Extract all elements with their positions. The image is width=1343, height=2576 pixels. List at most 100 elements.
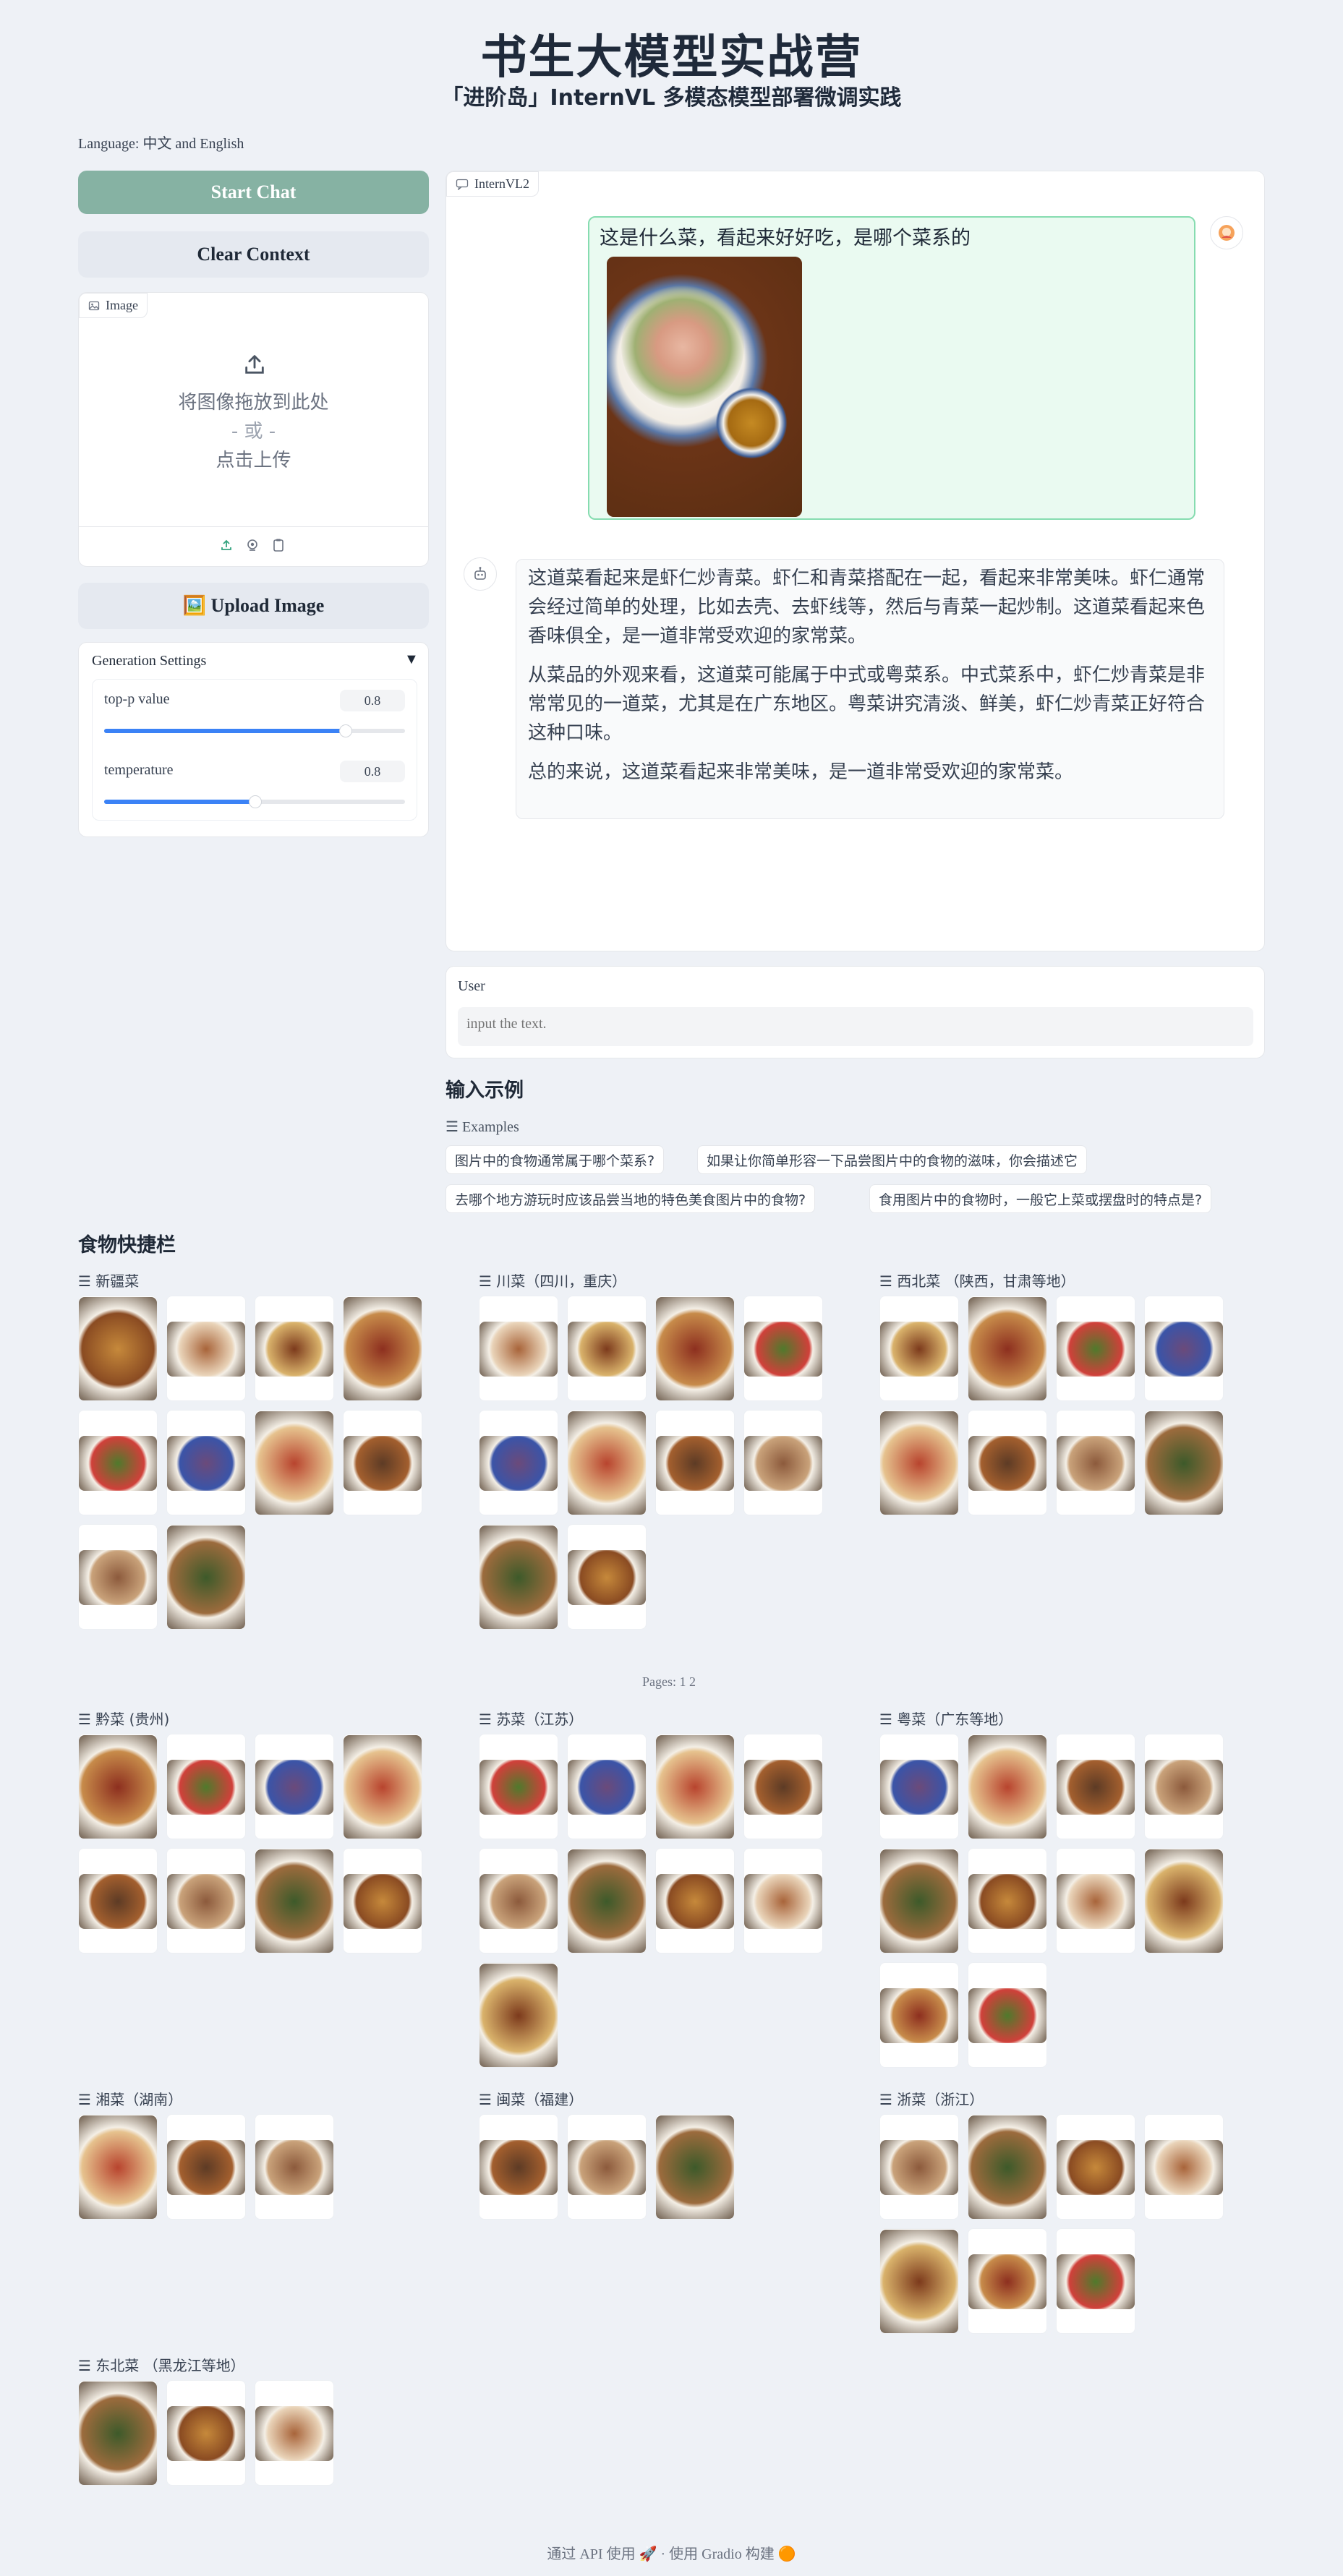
food-thumbnail[interactable] (968, 1296, 1047, 1401)
food-thumbnail[interactable] (743, 1734, 823, 1839)
food-thumbnail[interactable] (879, 1734, 959, 1839)
image-upload-panel[interactable]: Image 将图像拖放到此处 - 或 - 点击上传 (78, 292, 429, 567)
temperature-slider-handle[interactable] (249, 795, 262, 808)
food-thumbnail[interactable] (1056, 1734, 1135, 1839)
food-thumbnail[interactable] (655, 2114, 735, 2220)
food-thumbnail[interactable] (879, 2228, 959, 2334)
start-chat-button[interactable]: Start Chat (78, 171, 429, 214)
food-photo (880, 1849, 958, 1953)
food-thumbnail[interactable] (343, 1296, 422, 1401)
temperature-number[interactable]: 0.8 (340, 761, 405, 782)
food-thumbnail[interactable] (1144, 1734, 1224, 1839)
food-thumbnail[interactable] (879, 1410, 959, 1515)
food-thumbnail[interactable] (78, 2114, 158, 2220)
food-thumbnail[interactable] (567, 2114, 647, 2220)
example-button[interactable]: 去哪个地方游玩时应该品尝当地的特色美食图片中的食物? (445, 1184, 816, 1213)
top-p-number[interactable]: 0.8 (340, 690, 405, 711)
food-thumbnail[interactable] (879, 2114, 959, 2220)
food-thumbnail[interactable] (743, 1848, 823, 1954)
food-thumbnail[interactable] (655, 1410, 735, 1515)
food-thumbnail[interactable] (1056, 1848, 1135, 1954)
food-thumbnail[interactable] (343, 1410, 422, 1515)
food-thumbnail[interactable] (255, 1296, 334, 1401)
food-thumbnail[interactable] (567, 1296, 647, 1401)
food-thumbnail[interactable] (166, 1410, 246, 1515)
food-thumbnail[interactable] (479, 1410, 558, 1515)
food-thumbnail[interactable] (655, 1296, 735, 1401)
webcam-icon[interactable] (245, 538, 260, 552)
food-thumbnail[interactable] (968, 1410, 1047, 1515)
food-thumbnail[interactable] (255, 1848, 334, 1954)
food-thumbnail[interactable] (567, 1524, 647, 1630)
food-thumbnail[interactable] (479, 1848, 558, 1954)
food-thumbnail[interactable] (479, 1962, 558, 2068)
example-button[interactable]: 图片中的食物通常属于哪个菜系? (445, 1145, 665, 1174)
food-thumbnail[interactable] (968, 1734, 1047, 1839)
food-thumbnail[interactable] (743, 1410, 823, 1515)
pagination[interactable]: Pages: 1 2 (642, 1674, 696, 1690)
temperature-slider[interactable] (104, 795, 405, 808)
food-thumbnail[interactable] (343, 1734, 422, 1839)
food-thumbnail[interactable] (567, 1848, 647, 1954)
food-thumbnail[interactable] (78, 1524, 158, 1630)
upload-icon[interactable] (242, 352, 267, 377)
food-thumbnail[interactable] (78, 1296, 158, 1401)
food-thumbnail[interactable] (479, 1524, 558, 1630)
food-thumbnail[interactable] (255, 1734, 334, 1839)
food-thumbnail[interactable] (1056, 2114, 1135, 2220)
food-thumbnail[interactable] (343, 1848, 422, 1954)
food-thumbnail[interactable] (968, 2228, 1047, 2334)
food-thumbnail[interactable] (1056, 2228, 1135, 2334)
food-photo (968, 2115, 1046, 2219)
user-text-input[interactable] (458, 1007, 1253, 1046)
food-thumbnail[interactable] (879, 1296, 959, 1401)
food-thumbnail[interactable] (968, 2114, 1047, 2220)
food-thumbnail[interactable] (567, 1410, 647, 1515)
collapse-toggle-icon[interactable]: ▼ (404, 651, 419, 668)
food-thumbnail[interactable] (479, 1734, 558, 1839)
food-thumbnail[interactable] (479, 1296, 558, 1401)
food-thumbnail[interactable] (78, 1848, 158, 1954)
food-thumbnail[interactable] (166, 1848, 246, 1954)
food-thumbnail[interactable] (567, 1734, 647, 1839)
upload-small-icon[interactable] (219, 538, 234, 552)
top-p-slider[interactable] (104, 724, 405, 737)
food-thumbnail[interactable] (166, 1296, 246, 1401)
food-thumbnail[interactable] (255, 2380, 334, 2486)
food-thumbnail[interactable] (166, 1734, 246, 1839)
food-thumbnail[interactable] (1144, 2114, 1224, 2220)
example-button[interactable]: 如果让你简单形容一下品尝图片中的食物的滋味，你会描述它 (697, 1145, 1088, 1174)
food-thumbnail[interactable] (1056, 1296, 1135, 1401)
food-photo (167, 2406, 245, 2461)
food-thumbnail[interactable] (743, 1296, 823, 1401)
food-thumbnail[interactable] (166, 1524, 246, 1630)
food-thumbnail[interactable] (255, 2114, 334, 2220)
food-thumbnail[interactable] (78, 1734, 158, 1839)
api-link[interactable]: 通过 API 使用 (547, 2546, 635, 2562)
food-thumbnail[interactable] (655, 1848, 735, 1954)
food-thumbnail[interactable] (78, 2380, 158, 2486)
user-avatar (1210, 216, 1243, 249)
upload-image-button[interactable]: 🖼️ Upload Image (78, 583, 429, 629)
food-thumbnail[interactable] (255, 1410, 334, 1515)
top-p-slider-handle[interactable] (338, 724, 352, 737)
food-thumbnail[interactable] (166, 2114, 246, 2220)
chatbot-tag: InternVL2 (446, 171, 539, 197)
food-thumbnail[interactable] (1144, 1410, 1224, 1515)
food-thumbnail[interactable] (166, 2380, 246, 2486)
food-thumbnail[interactable] (78, 1410, 158, 1515)
food-thumbnail[interactable] (879, 1848, 959, 1954)
clipboard-icon[interactable] (271, 538, 286, 552)
food-thumbnail[interactable] (968, 1962, 1047, 2068)
gradio-link[interactable]: 使用 Gradio 构建 (669, 2546, 775, 2562)
clear-context-button[interactable]: Clear Context (78, 231, 429, 278)
food-thumbnail[interactable] (1144, 1296, 1224, 1401)
food-thumbnail[interactable] (1144, 1848, 1224, 1954)
food-thumbnail[interactable] (879, 1962, 959, 2068)
food-thumbnail[interactable] (968, 1848, 1047, 1954)
food-thumbnail[interactable] (655, 1734, 735, 1839)
food-photo (1057, 1322, 1135, 1377)
example-button[interactable]: 食用图片中的食物时，一般它上菜或摆盘时的特点是? (869, 1184, 1212, 1213)
food-thumbnail[interactable] (479, 2114, 558, 2220)
food-thumbnail[interactable] (1056, 1410, 1135, 1515)
